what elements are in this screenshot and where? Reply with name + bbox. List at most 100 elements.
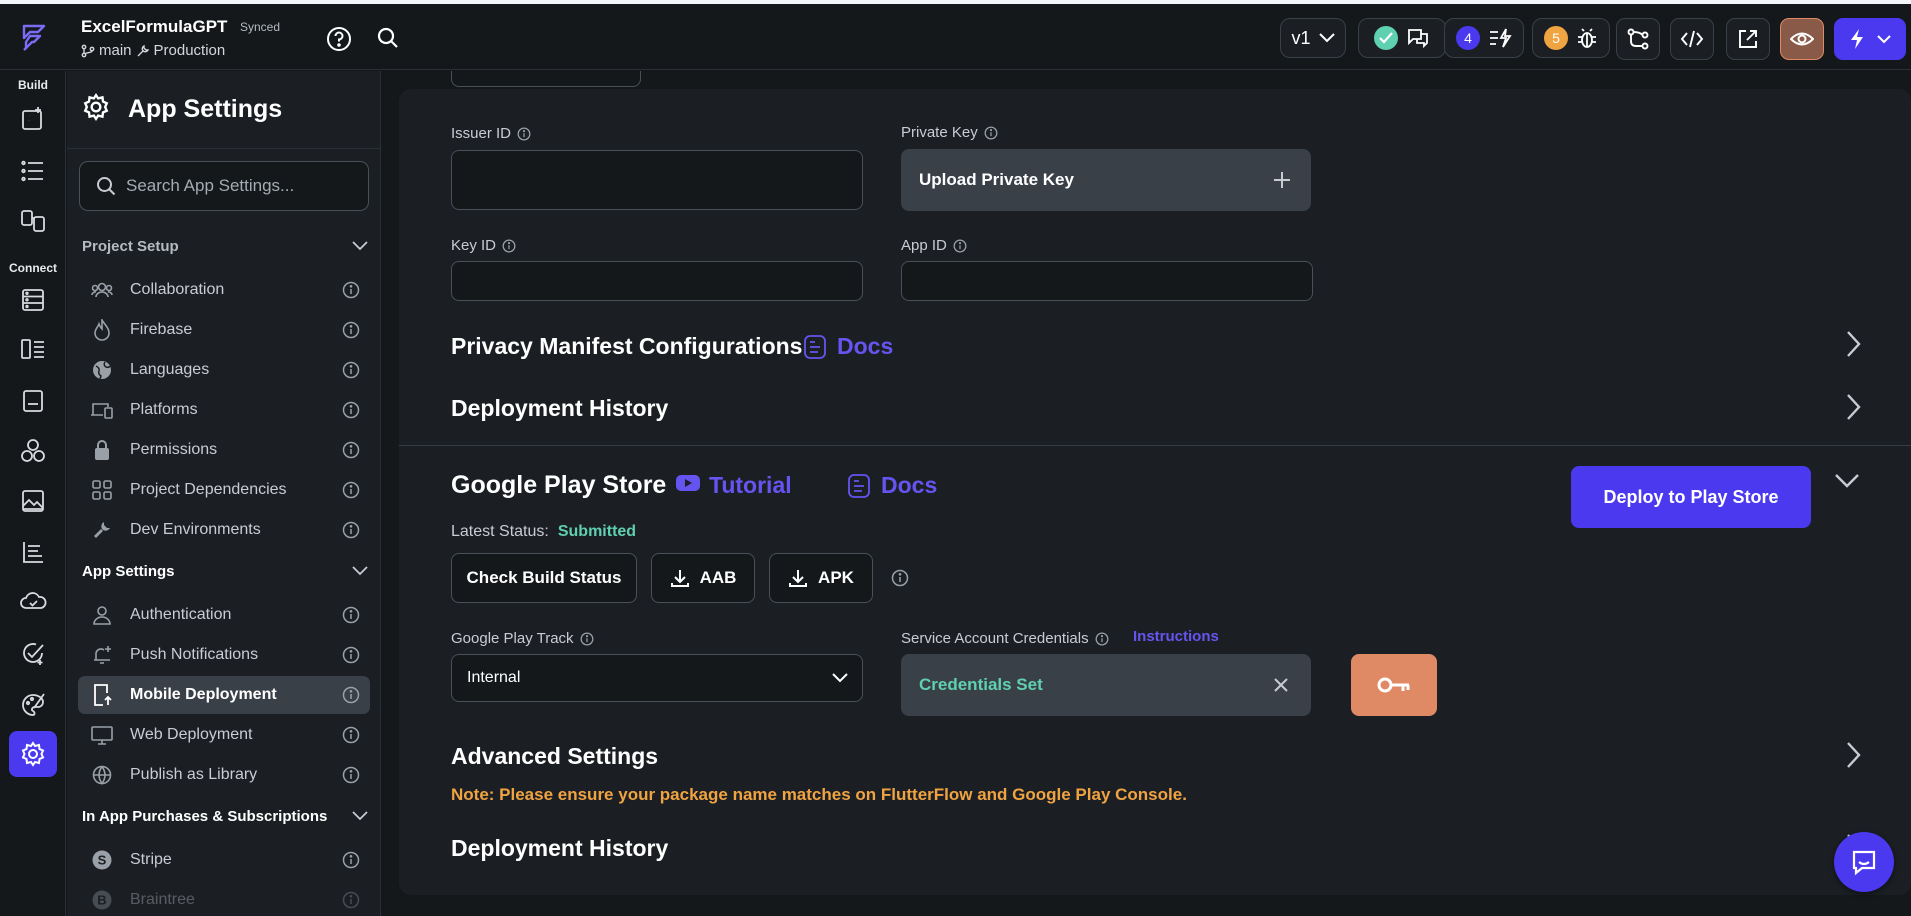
sidebar-item-platforms[interactable]: Platforms bbox=[78, 391, 370, 429]
chevron-right-icon[interactable] bbox=[1843, 329, 1863, 359]
settings-search-input[interactable] bbox=[126, 176, 368, 196]
google-deployment-history-title[interactable]: Deployment History bbox=[451, 835, 668, 862]
sidebar-item-authentication[interactable]: Authentication bbox=[78, 596, 370, 634]
add-page-icon[interactable] bbox=[17, 103, 49, 135]
database-icon[interactable] bbox=[17, 284, 49, 316]
truncated-input-field[interactable] bbox=[451, 71, 641, 87]
sidebar-item-web-deployment[interactable]: Web Deployment bbox=[78, 716, 370, 754]
instructions-link[interactable]: Instructions bbox=[1133, 628, 1219, 645]
sidebar-item-languages[interactable]: Languages bbox=[78, 351, 370, 389]
help-icon[interactable] bbox=[326, 26, 352, 52]
sidebar-item-braintree[interactable]: B Braintree bbox=[78, 881, 370, 916]
section-project-setup[interactable]: Project Setup bbox=[82, 233, 372, 259]
sidebar-item-label: Firebase bbox=[130, 321, 193, 338]
info-icon[interactable] bbox=[342, 766, 360, 784]
info-icon[interactable] bbox=[342, 646, 360, 664]
preview-button[interactable] bbox=[1780, 18, 1824, 60]
cloud-functions-icon[interactable] bbox=[17, 586, 49, 618]
sidebar-item-push-notifications[interactable]: Push Notifications bbox=[78, 636, 370, 674]
issues-pill[interactable]: 5 bbox=[1532, 18, 1610, 58]
custom-code-icon[interactable] bbox=[17, 385, 49, 417]
run-button[interactable] bbox=[1834, 18, 1906, 60]
info-icon[interactable] bbox=[342, 521, 360, 539]
flutterflow-logo-icon[interactable] bbox=[18, 22, 48, 54]
branching-button[interactable] bbox=[1616, 18, 1660, 60]
info-icon[interactable] bbox=[984, 126, 998, 140]
deploy-to-play-store-button[interactable]: Deploy to Play Store bbox=[1571, 466, 1811, 528]
sidebar-item-label: Dev Environments bbox=[130, 521, 261, 538]
sidebar-item-permissions[interactable]: Permissions bbox=[78, 431, 370, 469]
warnings-pill[interactable]: 4 bbox=[1444, 18, 1524, 58]
chevron-right-icon[interactable] bbox=[1843, 392, 1863, 422]
sidebar-item-dev-environments[interactable]: Dev Environments bbox=[78, 511, 370, 549]
sidebar-item-firebase[interactable]: Firebase bbox=[78, 311, 370, 349]
info-icon[interactable] bbox=[342, 686, 360, 704]
upload-private-key-button[interactable]: Upload Private Key bbox=[901, 149, 1311, 211]
sidebar-item-stripe[interactable]: S Stripe bbox=[78, 841, 370, 879]
info-icon[interactable] bbox=[580, 632, 594, 646]
section-app-settings[interactable]: App Settings bbox=[82, 558, 372, 584]
issuer-id-input[interactable] bbox=[451, 150, 863, 210]
design-system-icon[interactable] bbox=[17, 689, 49, 721]
version-selector[interactable]: v1 bbox=[1280, 18, 1346, 58]
app-state-icon[interactable] bbox=[17, 333, 49, 365]
latest-status: Latest Status: Submitted bbox=[451, 523, 636, 541]
person-icon bbox=[90, 603, 114, 627]
info-icon[interactable] bbox=[342, 726, 360, 744]
info-icon[interactable] bbox=[517, 127, 531, 141]
view-code-button[interactable] bbox=[1670, 18, 1714, 60]
info-icon[interactable] bbox=[1095, 632, 1109, 646]
app-settings-gear-icon[interactable] bbox=[9, 731, 57, 777]
search-icon[interactable] bbox=[376, 26, 402, 52]
status-comments-pill[interactable] bbox=[1358, 18, 1446, 58]
info-icon[interactable] bbox=[891, 569, 909, 587]
play-track-select[interactable]: Internal bbox=[451, 654, 863, 702]
project-name[interactable]: ExcelFormulaGPT bbox=[81, 17, 227, 37]
test-icon[interactable] bbox=[17, 637, 49, 669]
info-icon[interactable] bbox=[502, 239, 516, 253]
privacy-docs-link[interactable]: Docs bbox=[803, 333, 893, 360]
branch-environment[interactable]: main Production bbox=[81, 42, 225, 59]
advanced-settings-title[interactable]: Advanced Settings bbox=[451, 743, 658, 770]
sidebar-item-publish-as-library[interactable]: Publish as Library bbox=[78, 756, 370, 794]
chevron-right-icon[interactable] bbox=[1843, 740, 1863, 770]
open-external-button[interactable] bbox=[1726, 18, 1770, 60]
settings-search-field[interactable] bbox=[79, 161, 369, 211]
info-icon[interactable] bbox=[342, 361, 360, 379]
apple-deployment-history-title[interactable]: Deployment History bbox=[451, 395, 668, 422]
key-id-text: Key ID bbox=[451, 237, 497, 254]
set-credentials-button[interactable] bbox=[1351, 654, 1437, 716]
integrations-icon[interactable] bbox=[17, 435, 49, 467]
tutorial-link[interactable]: Tutorial bbox=[675, 472, 792, 499]
close-icon[interactable] bbox=[1273, 677, 1289, 693]
media-assets-icon[interactable] bbox=[17, 485, 49, 517]
theme-icon[interactable] bbox=[17, 536, 49, 568]
sidebar-item-mobile-deployment[interactable]: Mobile Deployment bbox=[78, 676, 370, 714]
info-icon[interactable] bbox=[342, 481, 360, 499]
sidebar-item-label: Braintree bbox=[130, 891, 195, 908]
download-aab-button[interactable]: AAB bbox=[651, 553, 755, 603]
info-icon[interactable] bbox=[342, 321, 360, 339]
info-icon[interactable] bbox=[342, 851, 360, 869]
key-id-input[interactable] bbox=[451, 261, 863, 301]
storyboard-icon[interactable] bbox=[17, 205, 49, 237]
upload-private-key-label: Upload Private Key bbox=[919, 170, 1074, 189]
chevron-down-icon[interactable] bbox=[1833, 472, 1863, 492]
privacy-manifest-title[interactable]: Privacy Manifest Configurations bbox=[451, 333, 802, 360]
section-in-app-purchases[interactable]: In App Purchases & Subscriptions bbox=[82, 803, 372, 829]
google-docs-link[interactable]: Docs bbox=[847, 472, 937, 499]
info-icon[interactable] bbox=[342, 281, 360, 299]
support-chat-button[interactable] bbox=[1834, 832, 1894, 892]
info-icon[interactable] bbox=[342, 606, 360, 624]
info-icon[interactable] bbox=[342, 441, 360, 459]
sidebar-item-collaboration[interactable]: Collaboration bbox=[78, 271, 370, 309]
grid-icon bbox=[90, 478, 114, 502]
info-icon[interactable] bbox=[342, 401, 360, 419]
sidebar-item-project-dependencies[interactable]: Project Dependencies bbox=[78, 471, 370, 509]
check-build-status-button[interactable]: Check Build Status bbox=[451, 553, 637, 603]
info-icon[interactable] bbox=[953, 239, 967, 253]
widget-tree-icon[interactable] bbox=[17, 155, 49, 187]
app-id-input[interactable] bbox=[901, 261, 1313, 301]
info-icon[interactable] bbox=[342, 891, 360, 909]
download-apk-button[interactable]: APK bbox=[769, 553, 873, 603]
